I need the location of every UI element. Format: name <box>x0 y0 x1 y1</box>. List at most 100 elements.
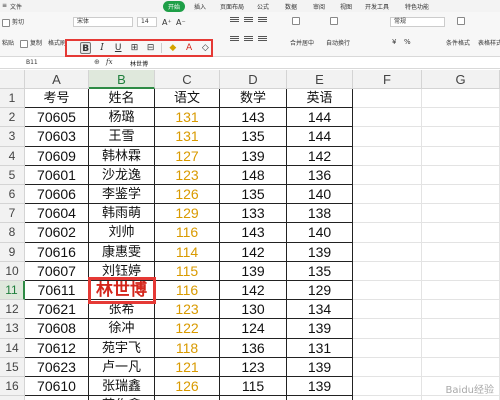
menu-item[interactable]: 文件 <box>10 2 22 11</box>
table-cell[interactable]: 70612 <box>25 338 89 358</box>
underline-button[interactable]: U <box>113 42 124 54</box>
table-cell[interactable]: 135 <box>220 127 287 147</box>
empty-cell[interactable] <box>422 223 500 243</box>
wrap-text-icon[interactable] <box>330 17 340 25</box>
table-cell[interactable]: 李鉴学 <box>89 185 155 205</box>
font-color-button[interactable]: A <box>183 42 194 54</box>
select-all-corner[interactable] <box>0 70 25 89</box>
menu-item[interactable]: 数据 <box>285 2 297 11</box>
merge-border-icon[interactable]: ⊟ <box>145 42 156 54</box>
table-cell[interactable]: 70609 <box>25 146 89 166</box>
row-header[interactable]: 16 <box>0 377 25 397</box>
empty-cell[interactable] <box>353 146 422 166</box>
table-cell[interactable]: 70602 <box>25 223 89 243</box>
header-cell[interactable]: 语文 <box>155 89 220 109</box>
row-header[interactable]: 12 <box>0 300 25 320</box>
shrink-font-icon[interactable]: A⁻ <box>176 18 186 27</box>
table-cell[interactable]: 139 <box>287 357 353 377</box>
table-cell[interactable]: 苑宇飞 <box>89 338 155 358</box>
empty-cell[interactable] <box>422 242 500 262</box>
table-cell[interactable]: 127 <box>155 146 220 166</box>
empty-cell[interactable] <box>422 204 500 224</box>
table-cell[interactable]: 韩雨萌 <box>89 204 155 224</box>
table-cell[interactable]: 136 <box>220 338 287 358</box>
empty-cell[interactable] <box>353 319 422 339</box>
table-cell[interactable]: 123 <box>155 300 220 320</box>
table-cell[interactable]: 124 <box>220 319 287 339</box>
empty-cell[interactable] <box>422 261 500 281</box>
empty-cell[interactable] <box>353 396 422 400</box>
table-cell[interactable]: 70622 <box>25 396 89 400</box>
table-cell[interactable]: 70621 <box>25 300 89 320</box>
align-left-icon[interactable] <box>230 36 239 44</box>
table-cell[interactable]: 126 <box>155 377 220 397</box>
empty-cell[interactable] <box>353 89 422 109</box>
empty-cell[interactable] <box>422 89 500 109</box>
empty-cell[interactable] <box>353 261 422 281</box>
row-header[interactable]: 11 <box>0 281 25 301</box>
empty-cell[interactable] <box>353 127 422 147</box>
paste-button[interactable]: 粘贴 <box>2 38 14 47</box>
table-cell[interactable]: 70616 <box>25 242 89 262</box>
empty-cell[interactable] <box>353 357 422 377</box>
menu-item[interactable]: 审阅 <box>313 2 325 11</box>
table-cell[interactable]: 70606 <box>25 185 89 205</box>
font-name-select[interactable]: 宋体 <box>73 17 133 27</box>
table-cell[interactable]: 144 <box>287 108 353 128</box>
table-cell[interactable]: 118 <box>155 338 220 358</box>
name-box[interactable]: B11 <box>26 59 38 66</box>
merge-center-icon[interactable] <box>292 17 302 25</box>
table-cell[interactable]: 王雪 <box>89 127 155 147</box>
menu-item[interactable]: 开始 <box>163 1 186 12</box>
grow-font-icon[interactable]: A⁺ <box>162 18 172 27</box>
table-cell[interactable]: 140 <box>287 185 353 205</box>
table-cell[interactable]: 杨璐 <box>89 108 155 128</box>
row-header[interactable]: 5 <box>0 165 25 185</box>
row-header[interactable]: 7 <box>0 204 25 224</box>
table-cell[interactable]: 122 <box>155 319 220 339</box>
format-painter-button[interactable]: 格式刷 <box>48 38 66 47</box>
copy-button[interactable]: 复制 <box>20 38 42 48</box>
table-cell[interactable]: 139 <box>220 146 287 166</box>
header-cell[interactable]: 姓名 <box>89 89 155 109</box>
row-header[interactable]: 4 <box>0 146 25 166</box>
align-center-icon[interactable] <box>244 36 253 44</box>
row-header[interactable]: 1 <box>0 89 25 109</box>
table-cell[interactable]: 123 <box>220 357 287 377</box>
table-cell[interactable]: 133 <box>220 204 287 224</box>
column-header[interactable]: B <box>89 70 155 89</box>
table-cell[interactable]: 70610 <box>25 377 89 397</box>
table-cell[interactable]: 康惠雯 <box>89 242 155 262</box>
empty-cell[interactable] <box>422 146 500 166</box>
row-header[interactable]: 8 <box>0 223 25 243</box>
table-cell[interactable]: 115 <box>155 261 220 281</box>
align-top-icon[interactable] <box>230 17 239 25</box>
empty-cell[interactable] <box>422 165 500 185</box>
row-header[interactable]: 15 <box>0 357 25 377</box>
table-cell[interactable]: 131 <box>155 108 220 128</box>
row-header[interactable]: 10 <box>0 261 25 281</box>
table-cell[interactable]: 70605 <box>25 108 89 128</box>
zoom-icon[interactable]: ⊕ <box>94 58 100 66</box>
table-cell[interactable]: 131 <box>287 338 353 358</box>
table-cell[interactable]: 143 <box>220 108 287 128</box>
align-bottom-icon[interactable] <box>258 17 267 25</box>
table-cell[interactable]: 张瑞鑫 <box>89 377 155 397</box>
row-header[interactable]: 2 <box>0 108 25 128</box>
empty-cell[interactable] <box>353 338 422 358</box>
column-header[interactable]: D <box>220 70 287 89</box>
merge-center-button[interactable]: 合并居中 <box>290 38 314 47</box>
table-cell[interactable]: 139 <box>287 242 353 262</box>
empty-cell[interactable] <box>422 319 500 339</box>
empty-cell[interactable] <box>353 300 422 320</box>
column-header[interactable]: C <box>155 70 220 89</box>
table-cell[interactable]: 114 <box>155 242 220 262</box>
table-cell[interactable]: 129 <box>155 204 220 224</box>
align-middle-icon[interactable] <box>244 17 253 25</box>
empty-cell[interactable] <box>422 185 500 205</box>
table-cell[interactable]: 139 <box>287 319 353 339</box>
menu-item[interactable]: 公式 <box>257 2 269 11</box>
border-icon[interactable]: ⊞ <box>129 42 140 54</box>
table-cell[interactable]: 70603 <box>25 127 89 147</box>
table-cell[interactable]: 刘帅 <box>89 223 155 243</box>
